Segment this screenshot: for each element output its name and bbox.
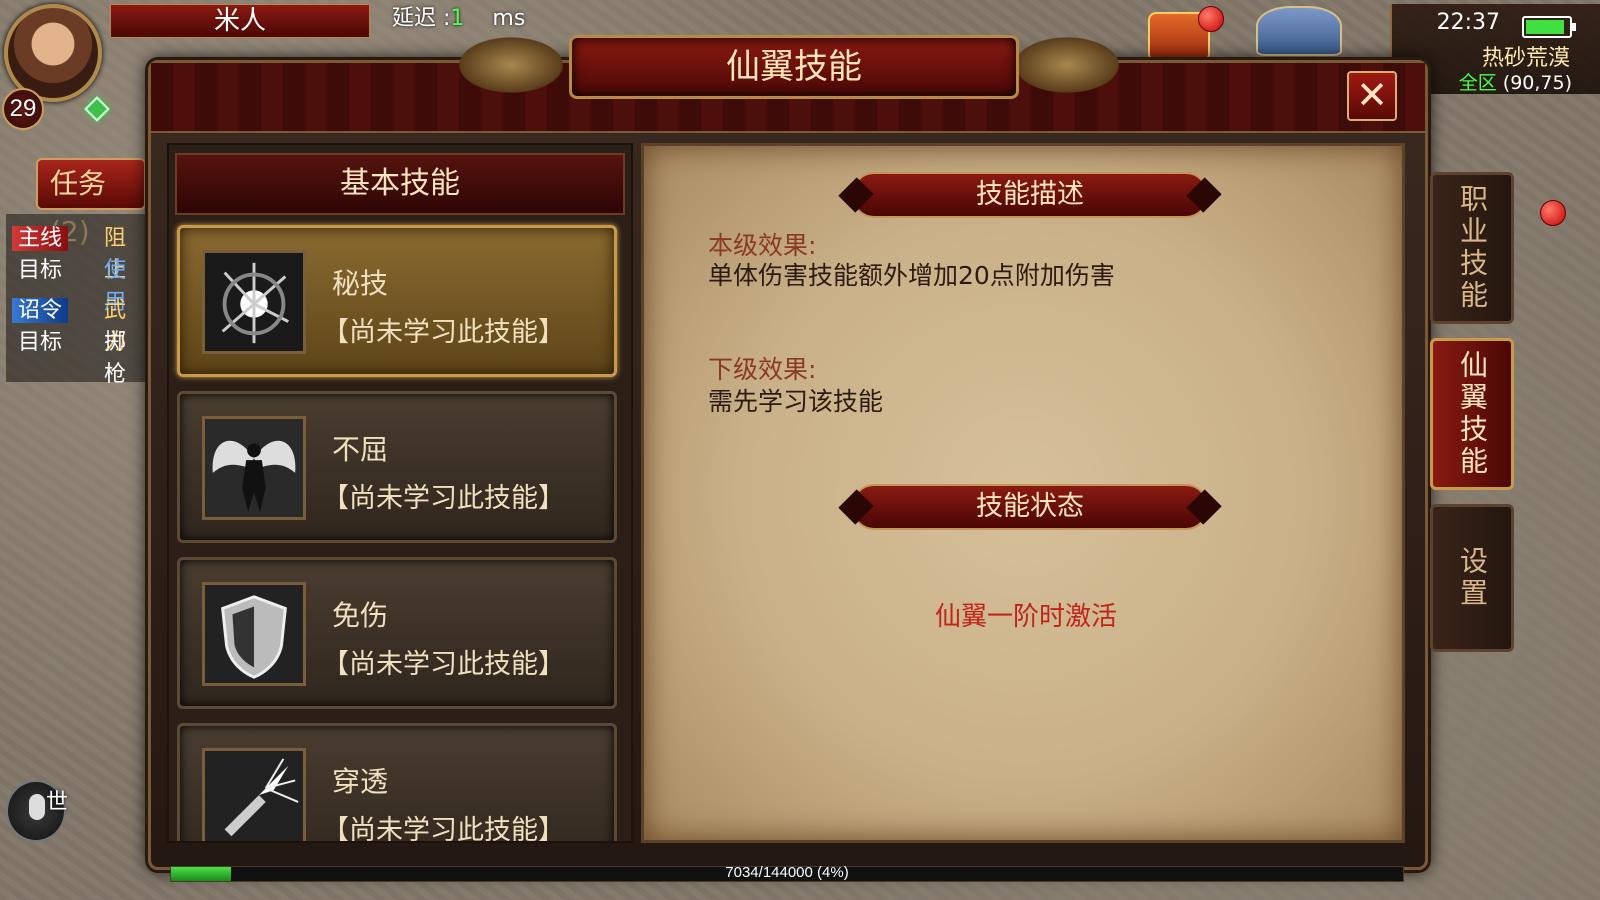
tab-label: 仙翼技能 [1456,350,1489,478]
tab-class-skills[interactable]: 职业技能 [1430,172,1514,324]
task-row[interactable]: 诏令 [12,292,69,324]
next-effect-text: 需先学习该技能 [708,387,884,416]
task-tab[interactable]: 任务(2) [36,158,146,248]
task-row[interactable]: 目标 [12,324,68,356]
skill-card-damage-immunity[interactable]: 免伤 【尚未学习此技能】 [177,557,617,709]
task-tag: 诏令 [12,298,69,323]
skill-name: 秘技 [332,267,389,300]
skill-list-panel[interactable]: 基本技能 秘技 【尚未学习此技能】 不屈 【尚未学习此技能】 免伤 【尚未学习此… [167,143,633,843]
pierce-icon [202,748,306,841]
notification-dot-icon [1198,6,1224,32]
skill-name: 穿透 [332,765,389,798]
tab-wing-skills[interactable]: 仙翼技能 [1430,338,1514,490]
zone-label: 全区 [1458,72,1497,94]
task-tag: 主线 [12,226,69,251]
task-tag: 目标 [18,330,63,355]
skill-detail-panel: 技能描述 本级效果: 单体伤害技能额外增加20点附加伤害 下级效果: 需先学习该… [641,143,1405,843]
dialog-title: 仙翼技能 [569,35,1019,99]
coords-value: (90,75) [1502,72,1572,94]
skill-name: 免伤 [332,599,389,632]
description-heading: 技能描述 [852,172,1208,218]
experience-text: 7034/144000 (4%) [725,864,849,881]
tab-label: 职业技能 [1456,184,1489,312]
winged-warrior-icon [202,416,306,520]
latency-readout: 延迟 :1 ms [392,0,525,32]
task-tag: 目标 [18,258,63,283]
task-row[interactable]: 主线 [12,220,69,252]
skill-name: 不屈 [332,433,389,466]
skill-card-secret[interactable]: 秘技 【尚未学习此技能】 [177,225,617,377]
shield-icon [202,582,306,686]
latency-unit: ms [492,6,526,31]
status-heading: 技能状态 [852,484,1208,530]
experience-bar: 7034/144000 (4%) [170,864,1404,882]
skill-list-header: 基本技能 [175,153,625,215]
activation-status-text: 仙翼一阶时激活 [934,602,1117,632]
event-shell-icon[interactable] [1256,6,1342,56]
latency-label: 延迟 : [392,6,451,31]
latency-value: 1 [450,6,465,31]
world-channel-label: 世 [46,790,69,815]
skill-card-unyielding[interactable]: 不屈 【尚未学习此技能】 [177,391,617,543]
dragon-ornament-icon [451,33,571,97]
skill-status: 【尚未学习此技能】 [322,815,565,843]
skill-dialog: 仙翼技能 ✕ 基本技能 秘技 【尚未学习此技能】 不屈 【尚未学习此技能】 免伤… [148,33,1428,870]
battery-icon [1522,16,1576,38]
tab-settings[interactable]: 设置 [1430,504,1514,652]
status-gem-icon [84,96,110,122]
dragon-ornament-icon [1007,33,1127,97]
skill-status: 【尚未学习此技能】 [322,317,565,348]
skill-status: 【尚未学习此技能】 [322,483,565,514]
next-effect-label: 下级效果: [708,355,817,384]
player-name: 米人 [110,4,370,38]
skill-card-pierce[interactable]: 穿透 【尚未学习此技能】 [177,723,617,843]
task-text: 掷枪 [104,330,127,387]
current-effect-text: 单体伤害技能额外增加20点附加伤害 [708,261,1115,290]
tab-label: 设置 [1456,546,1489,610]
close-button[interactable]: ✕ [1347,71,1397,121]
burst-icon [202,250,306,354]
task-tracker[interactable]: 主线 阻止 目标 使用 诏令 武力 目标 掷枪 [6,214,146,387]
task-row[interactable]: 目标 [12,252,68,284]
skill-status: 【尚未学习此技能】 [322,649,565,680]
map-coordinates: 全区 (90,75) [1459,68,1572,95]
player-level-badge: 29 [2,88,44,130]
clock: 22:37 [1436,10,1500,35]
notification-dot-icon [1540,200,1566,226]
